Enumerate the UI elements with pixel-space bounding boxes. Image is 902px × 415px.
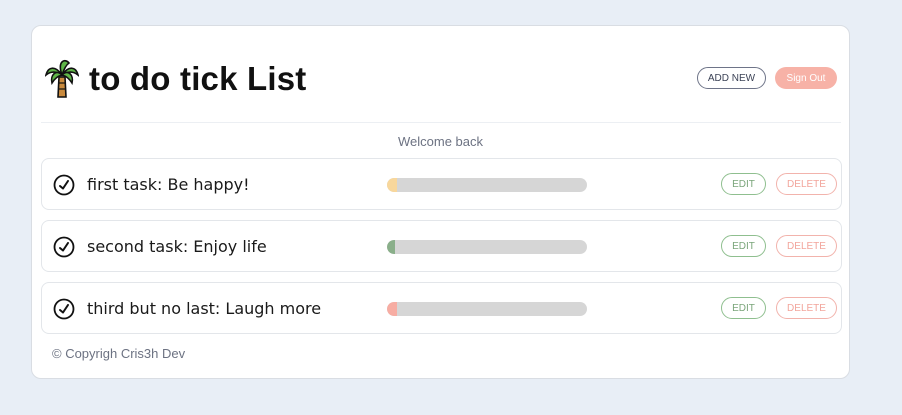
delete-button[interactable]: DELETE <box>776 235 837 257</box>
header-divider <box>41 122 841 123</box>
check-circle-icon[interactable] <box>53 174 75 196</box>
task-text: first task: Be happy! <box>87 175 250 194</box>
title-wrap: to do tick List <box>44 59 307 99</box>
footer-copyright: © Copyrigh Cris3h Dev <box>52 346 186 361</box>
task-progress-bar <box>387 178 587 192</box>
task-text: third but no last: Laugh more <box>87 299 322 318</box>
task-progress-fill <box>387 302 397 316</box>
add-new-button[interactable]: ADD NEW <box>697 67 766 89</box>
check-circle-icon[interactable] <box>53 236 75 258</box>
app-title: to do tick List <box>89 60 307 97</box>
task-row: first task: Be happy! EDIT DELETE <box>41 158 842 210</box>
task-progress-bar <box>387 302 587 316</box>
task-text: second task: Enjoy life <box>87 237 267 256</box>
delete-button[interactable]: DELETE <box>776 173 837 195</box>
edit-button[interactable]: EDIT <box>721 173 766 195</box>
welcome-text: Welcome back <box>397 134 483 149</box>
edit-button[interactable]: EDIT <box>721 235 766 257</box>
header: to do tick List ADD NEW Sign Out <box>32 26 849 123</box>
edit-button[interactable]: EDIT <box>721 297 766 319</box>
palm-tree-icon <box>44 59 80 99</box>
todo-card: to do tick List ADD NEW Sign Out Welcome… <box>31 25 850 379</box>
task-row: third but no last: Laugh more EDIT DELET… <box>41 282 842 334</box>
delete-button[interactable]: DELETE <box>776 297 837 319</box>
task-progress-fill <box>387 178 397 192</box>
task-row: second task: Enjoy life EDIT DELETE <box>41 220 842 272</box>
task-progress-fill <box>387 240 395 254</box>
task-progress-bar <box>387 240 587 254</box>
check-circle-icon[interactable] <box>53 298 75 320</box>
sign-out-button[interactable]: Sign Out <box>775 67 837 89</box>
